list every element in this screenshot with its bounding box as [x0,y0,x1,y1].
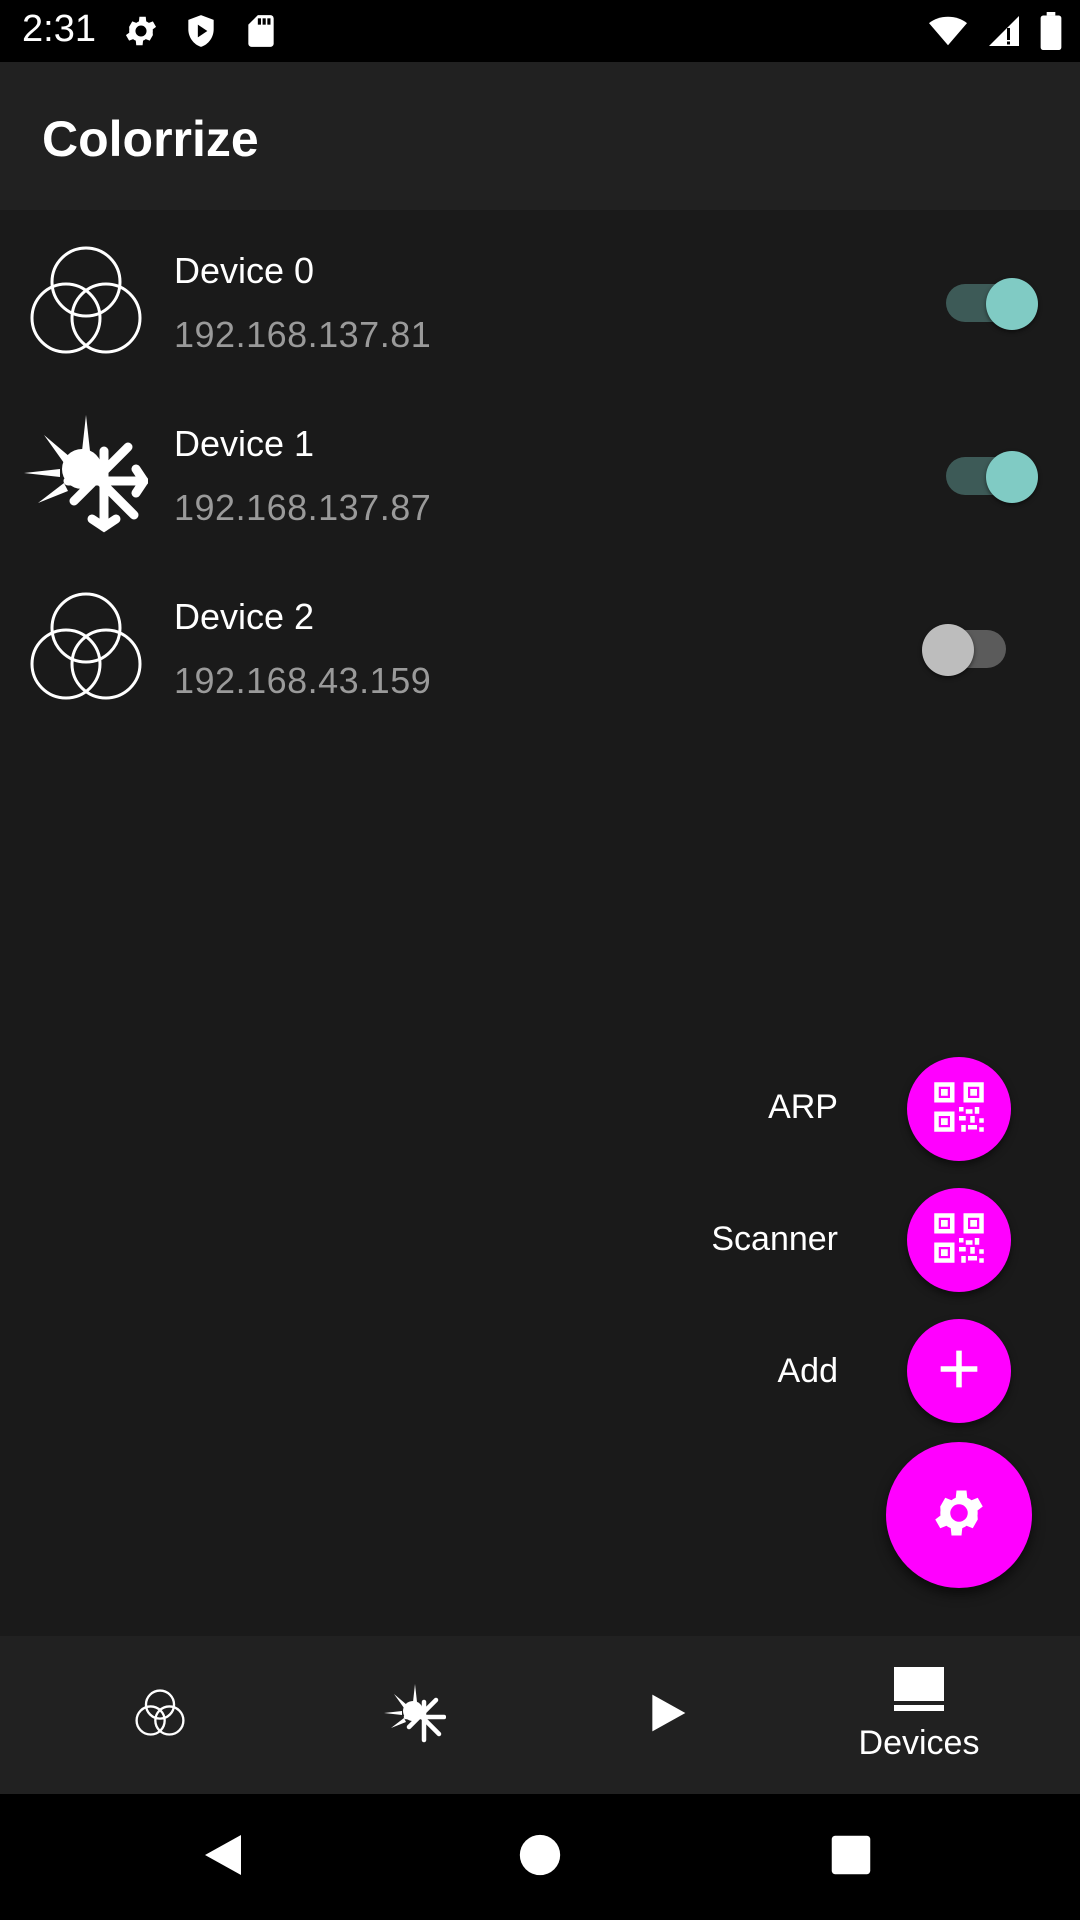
rgb-circles-icon [131,1684,189,1747]
device-ip: 192.168.137.87 [174,487,432,528]
app-title: Colorrize [42,111,259,167]
device-name: Device 1 [174,423,315,464]
recents-button[interactable] [818,1824,884,1890]
device-row[interactable]: Device 0 192.168.137.81 [0,210,1080,383]
recents-icon [830,1834,872,1881]
sun-snowflake-icon [24,411,150,535]
devices-icon [894,1667,944,1718]
wifi-icon [928,12,968,50]
sd-card-icon [242,12,280,50]
device-toggle[interactable] [942,272,1038,330]
device-row[interactable]: Device 1 192.168.137.87 [0,383,1080,556]
home-button[interactable] [507,1824,573,1890]
settings-icon [122,12,160,50]
nav-label-devices: Devices [858,1724,980,1762]
sun-snowflake-icon [384,1682,447,1749]
shield-icon [182,12,220,50]
device-toggle[interactable] [922,618,1012,676]
device-ip: 192.168.43.159 [174,660,432,701]
qr-code-icon [932,1080,986,1139]
device-toggle[interactable] [942,445,1038,503]
nav-item-play[interactable] [532,1636,802,1794]
qr-code-icon [932,1211,986,1270]
device-list: Device 0 192.168.137.81 Device 1 192.168… [0,210,1080,729]
nav-item-devices[interactable]: Devices [784,1636,1054,1794]
scanner-label: Scanner [711,1220,838,1258]
plus-icon [937,1347,981,1396]
status-bar: 2:31 [0,0,1080,62]
app-bar: Colorrize [0,62,1080,210]
arp-button[interactable] [907,1057,1011,1161]
bottom-navigation: Devices [0,1636,1080,1794]
device-name: Device 2 [174,596,315,637]
rgb-circles-icon [24,238,148,362]
play-icon [645,1691,689,1740]
arp-label: ARP [768,1088,838,1126]
system-navigation-bar [0,1794,1080,1920]
signal-icon [986,12,1022,50]
home-icon [518,1833,562,1882]
settings-fab[interactable] [886,1442,1032,1588]
rgb-circles-icon [24,584,148,708]
nav-item-effects[interactable] [280,1636,550,1794]
add-label: Add [777,1352,839,1390]
back-icon [201,1831,249,1884]
scanner-button[interactable] [907,1188,1011,1292]
back-button[interactable] [192,1824,258,1890]
status-time: 2:31 [22,8,96,50]
battery-icon [1040,12,1062,51]
gear-icon [929,1483,989,1548]
device-row[interactable]: Device 2 192.168.43.159 [0,556,1080,729]
device-ip: 192.168.137.81 [174,314,432,355]
nav-item-colors[interactable] [25,1636,295,1794]
add-button[interactable] [907,1319,1011,1423]
device-name: Device 0 [174,250,315,291]
